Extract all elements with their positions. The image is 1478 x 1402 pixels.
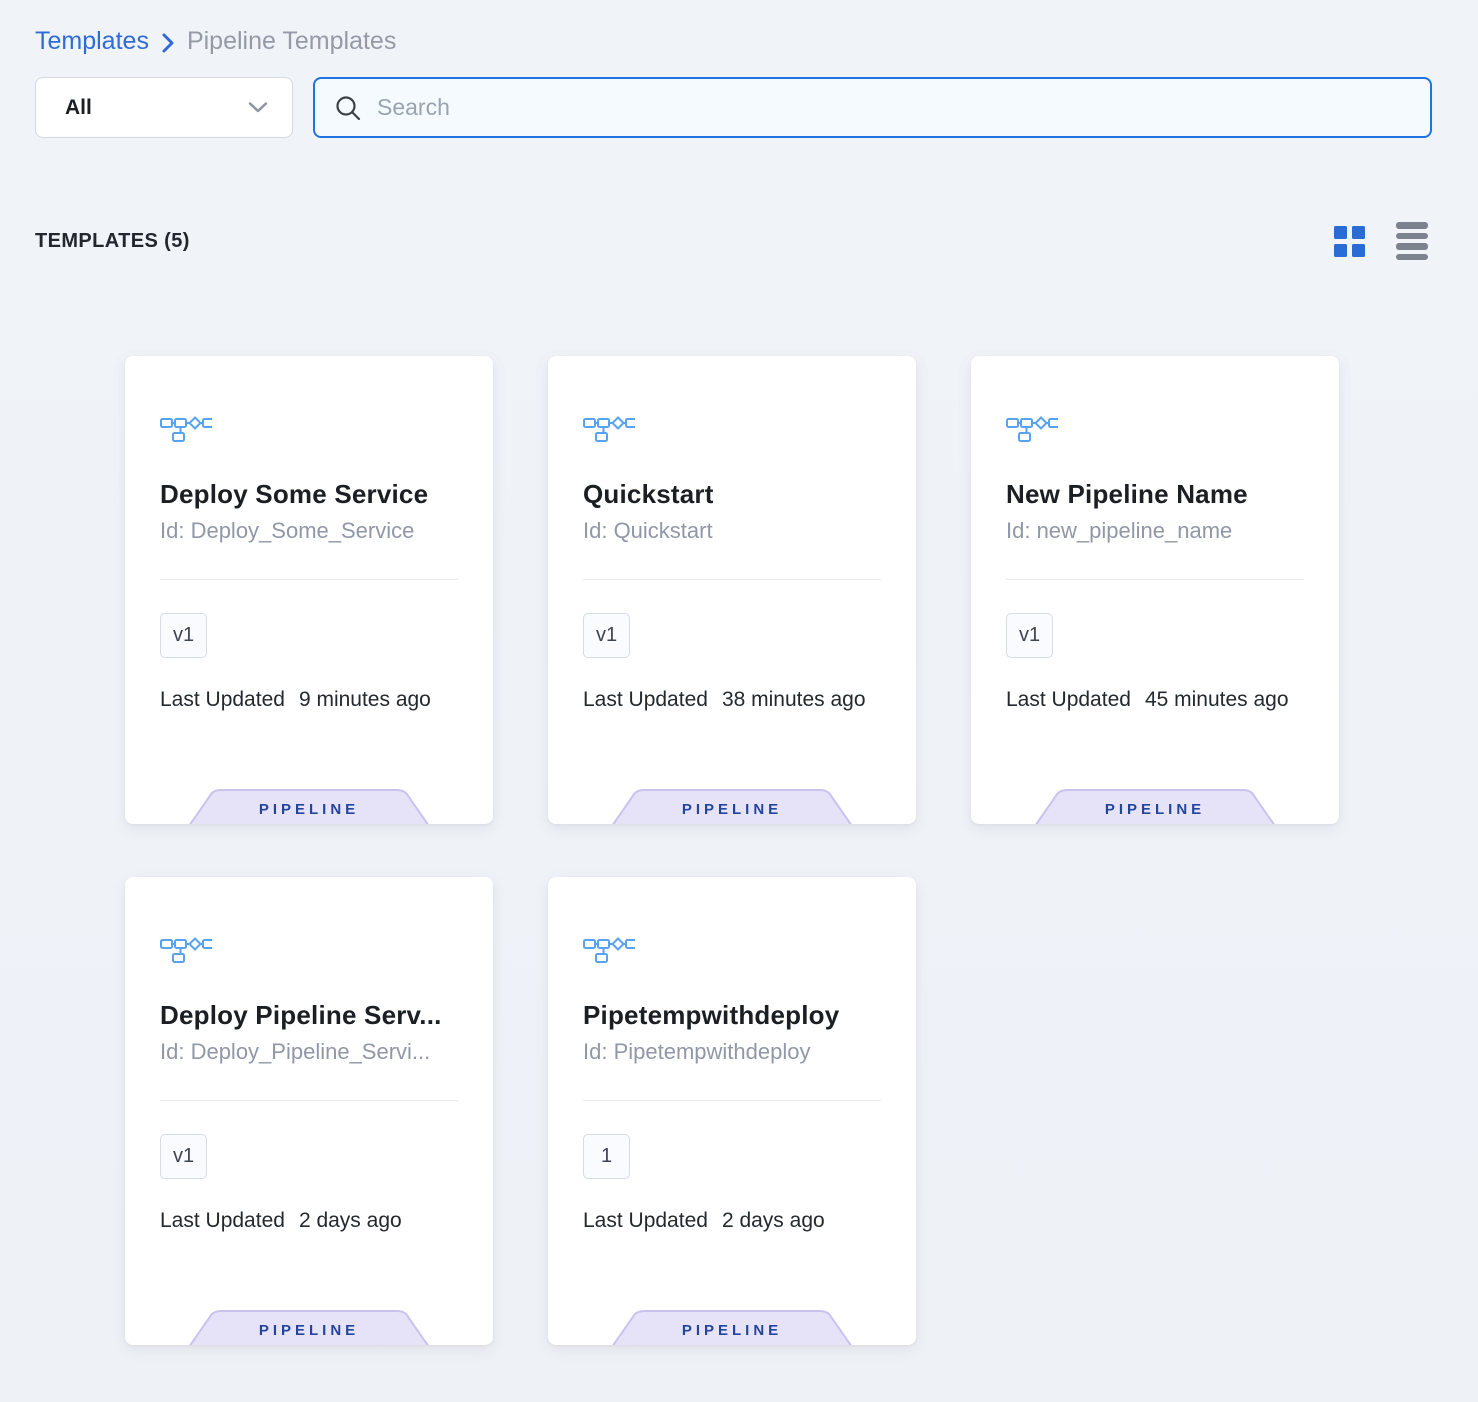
version-badge: v1	[160, 613, 207, 658]
last-updated: Last Updated 38 minutes ago	[583, 688, 881, 712]
last-updated: Last Updated 9 minutes ago	[160, 688, 458, 712]
breadcrumb-chevron-icon	[161, 32, 175, 54]
search-input[interactable]	[377, 79, 1420, 136]
template-id: Id: new_pipeline_name	[1006, 518, 1304, 544]
type-badge-label: PIPELINE	[1035, 789, 1275, 824]
divider	[583, 579, 881, 580]
template-title: New Pipeline Name	[1006, 479, 1304, 510]
grid-view-icon	[1334, 226, 1365, 257]
last-updated-value: 45 minutes ago	[1145, 688, 1289, 712]
last-updated-label: Last Updated	[583, 1209, 708, 1233]
search-icon	[334, 94, 362, 122]
last-updated-value: 9 minutes ago	[299, 688, 431, 712]
divider	[583, 1100, 881, 1101]
template-type-dropdown[interactable]: All	[35, 77, 293, 138]
pipeline-diagram-icon	[160, 415, 458, 442]
grid-view-button[interactable]	[1334, 226, 1365, 257]
last-updated: Last Updated 45 minutes ago	[1006, 688, 1304, 712]
template-card[interactable]: New Pipeline Name Id: new_pipeline_name …	[971, 356, 1339, 824]
version-badge: 1	[583, 1134, 630, 1179]
template-card[interactable]: Deploy Pipeline Serv... Id: Deploy_Pipel…	[125, 877, 493, 1345]
chevron-down-icon	[248, 101, 268, 114]
last-updated: Last Updated 2 days ago	[583, 1209, 881, 1233]
pipeline-diagram-icon	[160, 936, 458, 963]
template-title: Pipetempwithdeploy	[583, 1000, 881, 1031]
dropdown-selected-value: All	[65, 96, 92, 120]
list-view-button[interactable]	[1396, 222, 1428, 260]
last-updated-value: 38 minutes ago	[722, 688, 866, 712]
type-badge-label: PIPELINE	[612, 789, 852, 824]
last-updated-label: Last Updated	[160, 1209, 285, 1233]
template-id: Id: Deploy_Some_Service	[160, 518, 458, 544]
last-updated: Last Updated 2 days ago	[160, 1209, 458, 1233]
list-view-icon	[1396, 222, 1428, 260]
type-badge-label: PIPELINE	[189, 1310, 429, 1345]
search-box	[313, 77, 1432, 138]
templates-grid: Deploy Some Service Id: Deploy_Some_Serv…	[125, 356, 1478, 1345]
type-badge: PIPELINE	[612, 1310, 852, 1345]
pipeline-templates-page: Templates Pipeline Templates All TEMPLAT…	[0, 0, 1478, 1402]
template-id: Id: Deploy_Pipeline_Servi...	[160, 1039, 458, 1065]
filter-bar: All	[35, 77, 1432, 138]
version-badge: v1	[160, 1134, 207, 1179]
type-badge: PIPELINE	[612, 789, 852, 824]
template-id: Id: Pipetempwithdeploy	[583, 1039, 881, 1065]
templates-count-heading: TEMPLATES (5)	[35, 230, 190, 253]
type-badge-label: PIPELINE	[189, 789, 429, 824]
section-header: TEMPLATES (5)	[35, 222, 1428, 260]
last-updated-value: 2 days ago	[722, 1209, 825, 1233]
view-toggles	[1334, 222, 1428, 260]
breadcrumb-current: Pipeline Templates	[187, 27, 396, 56]
template-title: Deploy Pipeline Serv...	[160, 1000, 458, 1031]
version-badge: v1	[583, 613, 630, 658]
last-updated-label: Last Updated	[1006, 688, 1131, 712]
last-updated-label: Last Updated	[160, 688, 285, 712]
divider	[1006, 579, 1304, 580]
template-card[interactable]: Quickstart Id: Quickstart v1 Last Update…	[548, 356, 916, 824]
type-badge: PIPELINE	[189, 1310, 429, 1345]
last-updated-value: 2 days ago	[299, 1209, 402, 1233]
template-card[interactable]: Deploy Some Service Id: Deploy_Some_Serv…	[125, 356, 493, 824]
breadcrumb: Templates Pipeline Templates	[0, 0, 1478, 56]
breadcrumb-link-templates[interactable]: Templates	[35, 27, 149, 56]
pipeline-diagram-icon	[1006, 415, 1304, 442]
type-badge: PIPELINE	[189, 789, 429, 824]
template-title: Deploy Some Service	[160, 479, 458, 510]
type-badge: PIPELINE	[1035, 789, 1275, 824]
pipeline-diagram-icon	[583, 936, 881, 963]
divider	[160, 1100, 458, 1101]
divider	[160, 579, 458, 580]
version-badge: v1	[1006, 613, 1053, 658]
template-title: Quickstart	[583, 479, 881, 510]
last-updated-label: Last Updated	[583, 688, 708, 712]
template-card[interactable]: Pipetempwithdeploy Id: Pipetempwithdeplo…	[548, 877, 916, 1345]
pipeline-diagram-icon	[583, 415, 881, 442]
type-badge-label: PIPELINE	[612, 1310, 852, 1345]
template-id: Id: Quickstart	[583, 518, 881, 544]
